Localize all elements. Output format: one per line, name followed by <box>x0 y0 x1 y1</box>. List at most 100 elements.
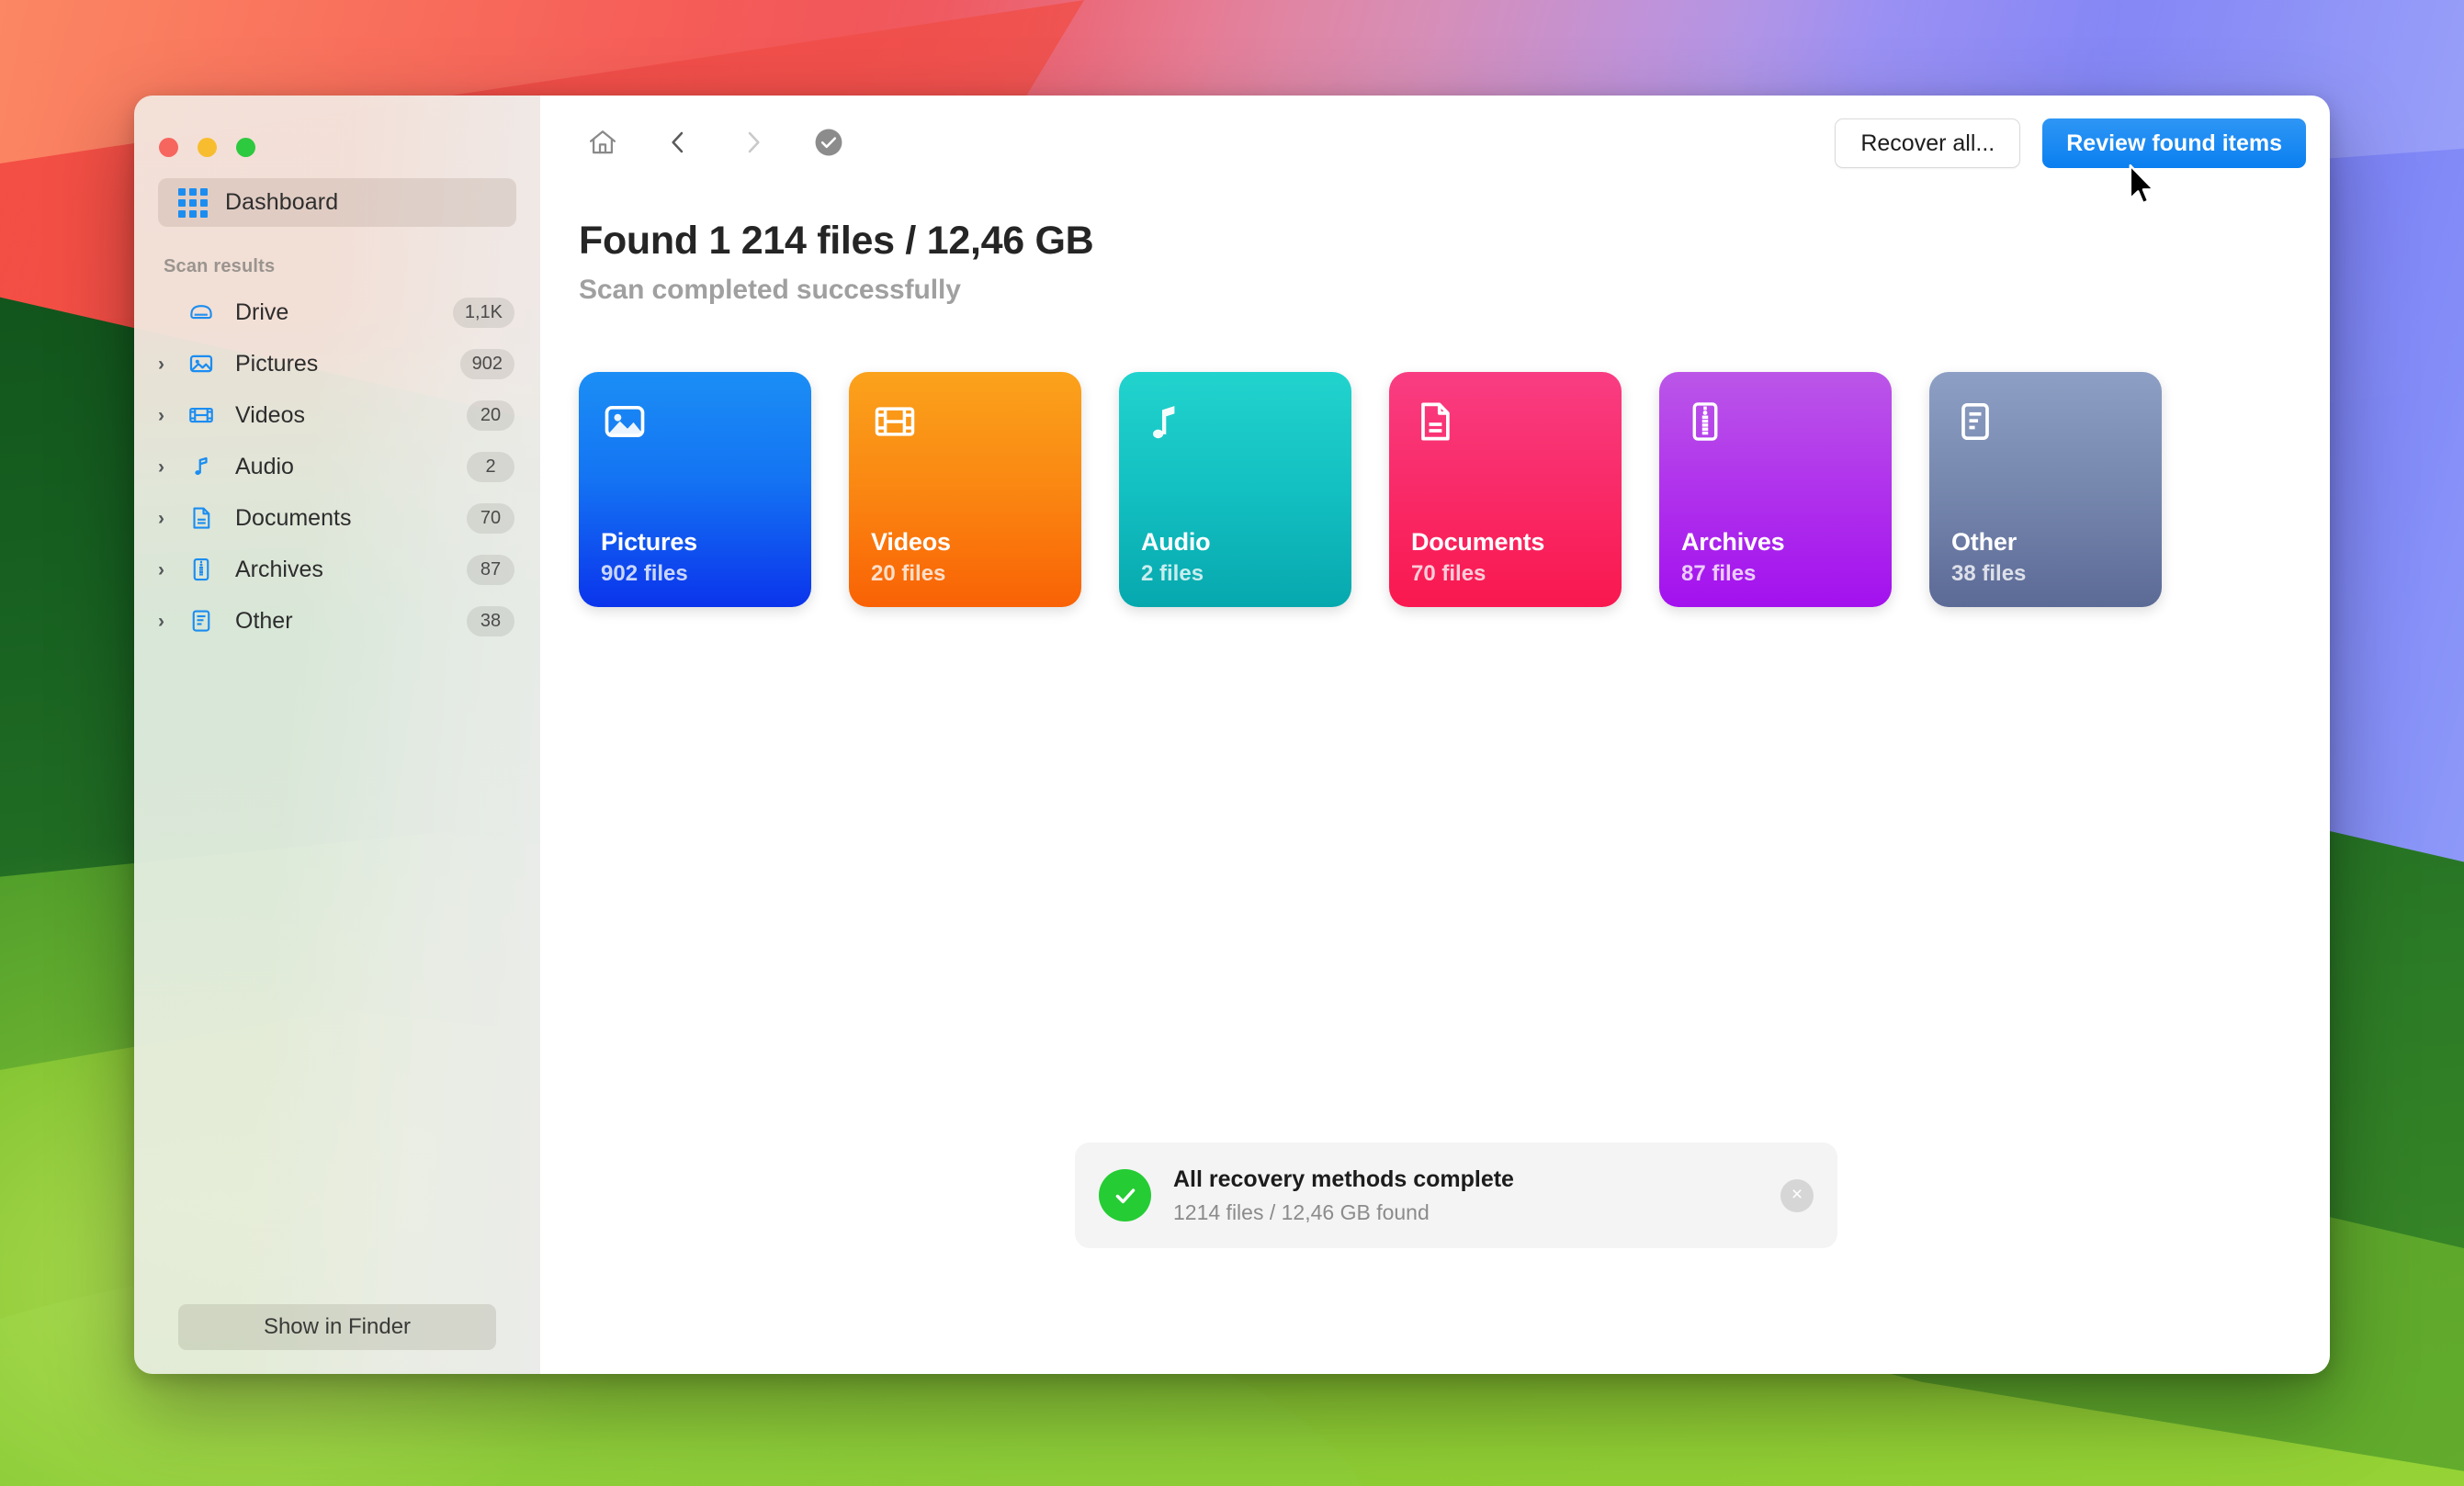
sidebar-item-badge: 902 <box>459 348 514 379</box>
sidebar-item-documents[interactable]: › Documents 70 <box>134 492 540 544</box>
toolbar-actions: Recover all... Review found items <box>1835 118 2306 168</box>
tile-count: 87 files <box>1681 561 1757 586</box>
chevron-right-icon[interactable]: › <box>158 406 180 425</box>
sidebar-item-badge: 87 <box>467 554 514 585</box>
main-content: Recover all... Review found items Found … <box>540 96 2330 1374</box>
sidebar-item-badge: 20 <box>467 400 514 431</box>
document-icon <box>1411 398 1599 455</box>
list-icon <box>186 607 217 635</box>
tile-count: 70 files <box>1411 561 1486 586</box>
show-in-finder-button[interactable]: Show in Finder <box>178 1304 496 1350</box>
sidebar-item-label: Documents <box>235 504 352 531</box>
tile-title: Documents <box>1411 528 1545 556</box>
chevron-left-icon <box>663 128 693 160</box>
tile-title: Pictures <box>601 528 697 556</box>
sidebar-item-badge: 70 <box>467 502 514 534</box>
scan-summary: Found 1 214 files / 12,46 GB Scan comple… <box>540 191 2330 306</box>
sidebar-item-badge: 2 <box>467 451 514 482</box>
sidebar-item-label: Audio <box>235 453 294 479</box>
music-note-icon <box>1141 398 1329 455</box>
sidebar-section-title: Scan results <box>164 256 276 276</box>
sidebar-item-archives[interactable]: › Archives 87 <box>134 544 540 595</box>
picture-icon <box>186 350 217 377</box>
tile-spacer <box>1681 455 1870 528</box>
sidebar-item-badge: 1,1K <box>452 297 514 328</box>
sidebar-item-audio[interactable]: › Audio 2 <box>134 441 540 492</box>
sidebar-item-label: Other <box>235 607 293 634</box>
sidebar-item-pictures[interactable]: › Pictures 902 <box>134 338 540 389</box>
page-subtitle: Scan completed successfully <box>579 275 961 305</box>
toast-subtitle: 1214 files / 12,46 GB found <box>1173 1199 1430 1224</box>
check-circle-icon <box>1099 1169 1151 1221</box>
document-icon <box>186 504 217 532</box>
tile-spacer <box>1411 455 1599 528</box>
toolbar-nav-group <box>579 119 853 167</box>
tile-title: Other <box>1951 528 2018 556</box>
home-icon <box>586 126 619 162</box>
sidebar-item-other[interactable]: › Other 38 <box>134 595 540 647</box>
check-circle-icon <box>813 127 844 161</box>
archive-icon <box>1681 398 1870 455</box>
film-icon <box>871 398 1059 455</box>
tile-count: 2 files <box>1141 561 1204 586</box>
sidebar-item-dashboard-label: Dashboard <box>225 189 339 215</box>
app-window: Dashboard Scan results › <box>134 96 2330 1374</box>
tile-title: Audio <box>1141 528 1211 556</box>
tile-spacer <box>601 455 789 528</box>
chevron-right-icon[interactable]: › <box>158 457 180 477</box>
window-traffic-lights <box>134 116 540 171</box>
tile-spacer <box>871 455 1059 528</box>
archive-icon <box>186 556 217 583</box>
category-tile-other[interactable]: Other 38 files <box>1929 372 2162 607</box>
grid-icon <box>178 187 208 218</box>
toast-notification: All recovery methods complete 1214 files… <box>1075 1143 1837 1248</box>
drive-icon <box>186 298 217 326</box>
chevron-right-icon[interactable]: › <box>158 560 180 580</box>
scan-status-button[interactable] <box>805 119 853 167</box>
chevron-right-icon <box>739 128 768 160</box>
category-tile-audio[interactable]: Audio 2 files <box>1119 372 1351 607</box>
toast-text-group: All recovery methods complete 1214 files… <box>1173 1166 1758 1225</box>
music-note-icon <box>186 453 217 480</box>
tile-title: Videos <box>871 528 951 556</box>
sidebar-item-label: Drive <box>235 298 289 325</box>
list-icon <box>1951 398 2140 455</box>
page-title: Found 1 214 files / 12,46 GB <box>579 219 1094 263</box>
category-tiles: Pictures 902 files Videos 20 files Audio… <box>540 306 2330 607</box>
category-tile-archives[interactable]: Archives 87 files <box>1659 372 1892 607</box>
category-tile-documents[interactable]: Documents 70 files <box>1389 372 1622 607</box>
category-tile-pictures[interactable]: Pictures 902 files <box>579 372 811 607</box>
sidebar-item-label: Archives <box>235 556 323 582</box>
chevron-right-icon[interactable]: › <box>158 612 180 631</box>
chevron-right-icon[interactable]: › <box>158 509 180 528</box>
sidebar-item-label: Videos <box>235 401 305 428</box>
tile-count: 902 files <box>601 561 688 586</box>
sidebar-item-badge: 38 <box>467 605 514 636</box>
back-button[interactable] <box>654 119 702 167</box>
sidebar-item-drive[interactable]: › Drive 1,1K <box>134 287 540 338</box>
tile-title: Archives <box>1681 528 1785 556</box>
tile-count: 20 files <box>871 561 946 586</box>
forward-button[interactable] <box>729 119 777 167</box>
sidebar: Dashboard Scan results › <box>134 96 540 1374</box>
home-button[interactable] <box>579 119 627 167</box>
review-found-items-button[interactable]: Review found items <box>2042 118 2306 168</box>
toast-title: All recovery methods complete <box>1173 1165 1514 1192</box>
zoom-button[interactable] <box>236 138 255 157</box>
category-tile-videos[interactable]: Videos 20 files <box>849 372 1081 607</box>
toast-close-button[interactable]: × <box>1780 1178 1814 1212</box>
close-button[interactable] <box>159 138 178 157</box>
sidebar-item-videos[interactable]: › Videos 20 <box>134 389 540 441</box>
picture-icon <box>601 398 789 455</box>
sidebar-item-label: Pictures <box>235 350 319 377</box>
sidebar-item-dashboard[interactable]: Dashboard <box>158 178 516 227</box>
chevron-right-icon[interactable]: › <box>158 355 180 374</box>
minimize-button[interactable] <box>198 138 217 157</box>
tile-count: 38 files <box>1951 561 2027 586</box>
film-icon <box>186 401 217 429</box>
tile-spacer <box>1951 455 2140 528</box>
toolbar: Recover all... Review found items <box>540 96 2330 191</box>
tile-spacer <box>1141 455 1329 528</box>
recover-all-button[interactable]: Recover all... <box>1835 118 2021 168</box>
